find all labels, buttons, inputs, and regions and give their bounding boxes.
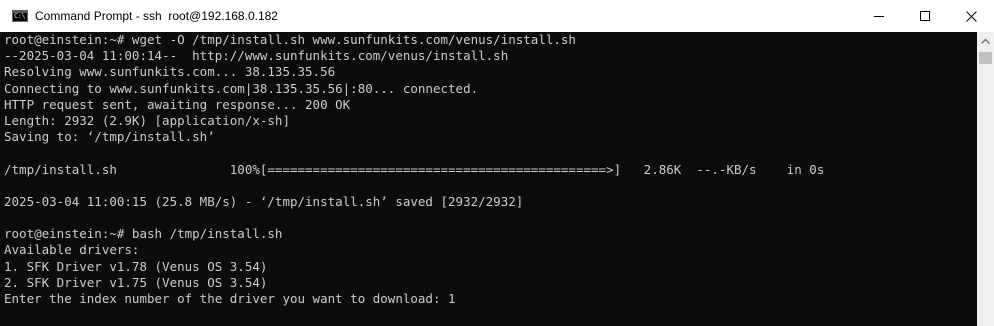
terminal-line: root@einstein:~# bash /tmp/install.sh <box>4 226 283 242</box>
terminal-line: Available drivers: <box>4 242 140 258</box>
cmd-icon[interactable]: C:\ <box>12 10 28 22</box>
terminal-line: --2025-03-04 11:00:14-- http://www.sunfu… <box>4 48 509 64</box>
scroll-up-button[interactable] <box>977 32 994 49</box>
vertical-scrollbar[interactable] <box>977 32 994 326</box>
terminal-line: Resolving www.sunfunkits.com... 38.135.3… <box>4 64 336 80</box>
chevron-up-icon <box>981 38 990 44</box>
maximize-button[interactable] <box>902 0 948 32</box>
terminal-line: root@einstein:~# wget -O /tmp/install.sh… <box>4 32 576 47</box>
terminal-line: Enter the index number of the driver you… <box>4 291 456 306</box>
close-icon <box>965 10 977 22</box>
close-button[interactable] <box>948 0 994 32</box>
terminal-line: HTTP request sent, awaiting response... … <box>4 96 351 112</box>
window-title: Command Prompt - ssh root@192.168.0.182 <box>35 9 278 23</box>
cmd-icon-glyph: C:\ <box>14 12 26 20</box>
terminal-line: 1. SFK Driver v1.78 (Venus OS 3.54) <box>4 258 268 274</box>
terminal-line: 2. SFK Driver v1.75 (Venus OS 3.54) <box>4 274 268 290</box>
terminal-output[interactable]: root@einstein:~# wget -O /tmp/install.sh… <box>0 32 977 326</box>
minimize-icon <box>874 16 884 17</box>
terminal-line: Saving to: ‘/tmp/install.sh’ <box>4 129 215 145</box>
minimize-button[interactable] <box>856 0 902 32</box>
maximize-icon <box>920 11 930 21</box>
terminal-line: Length: 2932 (2.9K) [application/x-sh] <box>4 112 290 128</box>
terminal-line: Connecting to www.sunfunkits.com|38.135.… <box>4 80 479 96</box>
terminal-line: 2025-03-04 11:00:15 (25.8 MB/s) - ‘/tmp/… <box>4 193 524 209</box>
terminal-line: /tmp/install.sh 100%[===================… <box>4 161 825 177</box>
scrollbar-thumb[interactable] <box>979 52 992 64</box>
title-bar[interactable]: C:\ Command Prompt - ssh root@192.168.0.… <box>0 0 994 32</box>
command-prompt-window: C:\ Command Prompt - ssh root@192.168.0.… <box>0 0 994 326</box>
